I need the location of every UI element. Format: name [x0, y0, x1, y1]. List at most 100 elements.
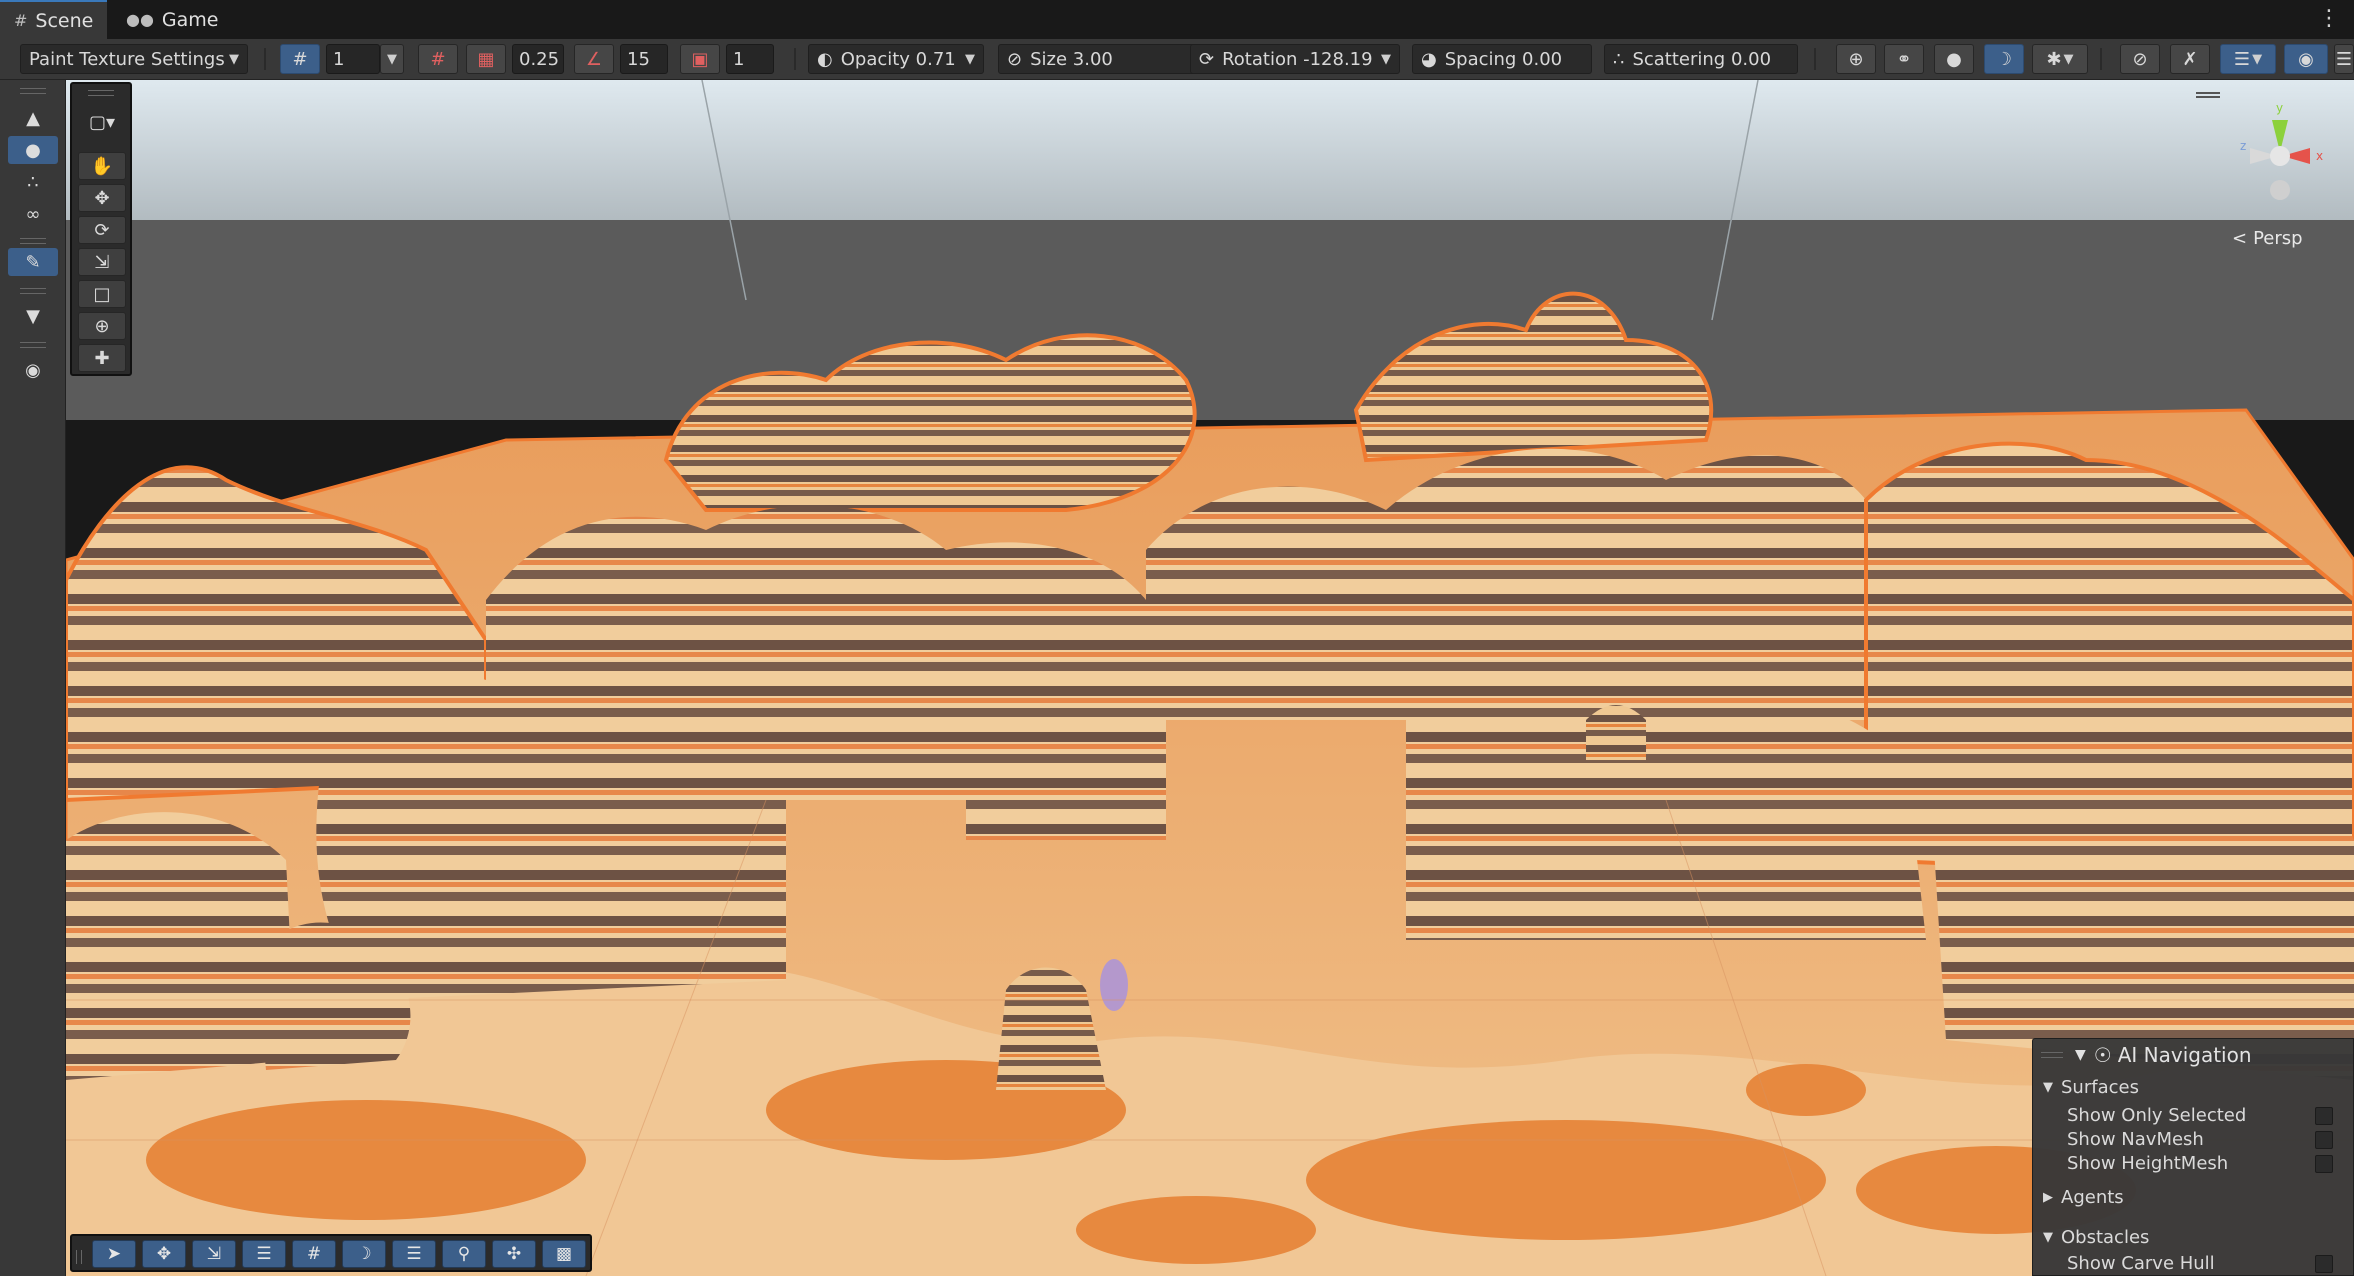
- rect-icon: □: [93, 283, 111, 305]
- audio-toggle-button[interactable]: ✗: [2170, 44, 2210, 74]
- snap-toggle-button[interactable]: #: [418, 44, 458, 74]
- settings-overlay-button[interactable]: ☰: [242, 1240, 286, 1268]
- tab-game[interactable]: ●● Game: [112, 0, 233, 39]
- more-menu-icon[interactable]: ⋮: [2318, 6, 2340, 31]
- show-carve-hull-checkbox[interactable]: [2315, 1255, 2333, 1273]
- drag-handle[interactable]: [76, 1250, 82, 1264]
- tab-scene[interactable]: # Scene: [0, 0, 108, 39]
- lit-mode-button[interactable]: ☽: [1984, 44, 2024, 74]
- brush-mask-dropdown[interactable]: ◉: [8, 356, 58, 384]
- eye-icon: ◉: [2298, 48, 2314, 70]
- show-only-selected-row[interactable]: Show Only Selected: [2067, 1103, 2354, 1127]
- rotation-snap-button[interactable]: ∠: [574, 44, 614, 74]
- terrain-tools-column: ▲ ● ∴ ∞ ✎ ▼ ◉: [0, 80, 66, 1276]
- surfaces-section[interactable]: ▼ Surfaces: [2043, 1075, 2354, 1099]
- gizmos-button[interactable]: ☰: [2334, 44, 2354, 74]
- scattering-field[interactable]: ∴ Scattering 0.00: [1604, 44, 1798, 74]
- drag-handle[interactable]: [20, 288, 46, 294]
- show-only-selected-checkbox[interactable]: [2315, 1107, 2333, 1125]
- rotation-snap-field[interactable]: 15: [620, 44, 668, 74]
- grid-size-value: 1: [333, 48, 345, 70]
- grid-dropdown-button[interactable]: ▼: [380, 44, 404, 74]
- rotate-tool-button[interactable]: ⟳: [78, 216, 126, 244]
- overlay-bottom-toolbar: ➤ ✥ ⇲ ☰ # ☽ ☰ ⚲ ✣ ▩: [70, 1234, 592, 1272]
- snap-increment-field[interactable]: 0.25: [512, 44, 564, 74]
- drag-handle[interactable]: [20, 342, 46, 348]
- ai-navigation-header[interactable]: ▼ ☉ AI Navigation: [2033, 1039, 2353, 1071]
- custom-tool-button[interactable]: ✚: [78, 344, 126, 372]
- paint-details-button[interactable]: ∴: [8, 168, 58, 196]
- scale-snap-button[interactable]: ▣: [680, 44, 720, 74]
- drag-handle[interactable]: [20, 88, 46, 94]
- move-overlay-button[interactable]: ✥: [142, 1240, 186, 1268]
- show-carve-hull-label: Show Carve Hull: [2067, 1252, 2215, 1274]
- pattern-icon: ∞: [25, 203, 41, 225]
- paint-texture-button[interactable]: ●: [8, 136, 58, 164]
- opacity-label: Opacity 0.71: [840, 48, 956, 70]
- paint-trees-button[interactable]: ∞: [8, 200, 58, 228]
- layers-dropdown[interactable]: ☰ ▼: [2220, 44, 2276, 74]
- transform-icon: ⊕: [94, 315, 110, 337]
- visibility-toggle-button[interactable]: ◉: [2284, 44, 2328, 74]
- scattering-label: Scattering 0.00: [1632, 48, 1772, 70]
- rotation-dropdown[interactable]: ⟳ Rotation -128.19 ▼: [1190, 44, 1400, 74]
- shaded-mode-button[interactable]: ●: [1934, 44, 1974, 74]
- camera-overlay-button[interactable]: ▩: [542, 1240, 586, 1268]
- transform-tool-button[interactable]: ⊕: [78, 312, 126, 340]
- chevron-down-icon: ▼: [2063, 51, 2074, 67]
- scene-viewport[interactable]: [66, 80, 2354, 1276]
- spacing-field[interactable]: ◕ Spacing 0.00: [1412, 44, 1592, 74]
- rect-tool-button[interactable]: □: [78, 280, 126, 308]
- agents-section[interactable]: ▶ Agents: [2043, 1185, 2354, 1209]
- grid-overlay-button[interactable]: #: [292, 1240, 336, 1268]
- brush-icon: ✎: [25, 251, 41, 273]
- obstacles-section[interactable]: ▼ Obstacles: [2043, 1225, 2354, 1249]
- increment-snap-button[interactable]: ▦: [466, 44, 506, 74]
- move-icon: ✥: [156, 1244, 172, 1264]
- show-heightmesh-checkbox[interactable]: [2315, 1155, 2333, 1173]
- drag-handle[interactable]: [2041, 1052, 2063, 1058]
- drag-handle[interactable]: [20, 238, 46, 244]
- search-overlay-button[interactable]: ⚲: [442, 1240, 486, 1268]
- navigation-overlay-button[interactable]: ➤: [92, 1240, 136, 1268]
- pivot-overlay-button[interactable]: ✣: [492, 1240, 536, 1268]
- opacity-dropdown[interactable]: ◐ Opacity 0.71 ▼: [808, 44, 984, 74]
- show-navmesh-row[interactable]: Show NavMesh: [2067, 1127, 2354, 1151]
- drag-handle[interactable]: [88, 90, 114, 96]
- layers-icon: ☰: [406, 1244, 422, 1264]
- grid-size-field[interactable]: 1: [326, 44, 380, 74]
- move-tool-button[interactable]: ✥: [78, 184, 126, 212]
- terrain-render: [66, 80, 2354, 1276]
- gizmo-menu-handle[interactable]: [2196, 92, 2220, 98]
- global-view-button[interactable]: ⊕: [1836, 44, 1876, 74]
- show-carve-hull-row[interactable]: Show Carve Hull: [2067, 1251, 2354, 1275]
- scale-overlay-button[interactable]: ⇲: [192, 1240, 236, 1268]
- fx-toggle-button[interactable]: ⊘: [2120, 44, 2160, 74]
- paint-mode-dropdown[interactable]: Paint Texture Settings ▼: [20, 44, 248, 74]
- debug-mode-dropdown[interactable]: ✱ ▼: [2032, 44, 2088, 74]
- local-view-button[interactable]: ⚭: [1884, 44, 1924, 74]
- scale-snap-field[interactable]: 1: [726, 44, 774, 74]
- show-navmesh-checkbox[interactable]: [2315, 1131, 2333, 1149]
- chevron-down-icon: ▼: [2252, 51, 2263, 67]
- tab-scene-label: Scene: [35, 9, 94, 32]
- show-heightmesh-row[interactable]: Show HeightMesh: [2067, 1151, 2354, 1175]
- z-axis-handle[interactable]: [2270, 180, 2290, 200]
- scatter-icon: ∴: [1613, 48, 1625, 70]
- surfaces-label: Surfaces: [2061, 1076, 2139, 1098]
- rotation-label: Rotation -128.19: [1222, 48, 1373, 70]
- raise-terrain-button[interactable]: ▲: [8, 104, 58, 132]
- orientation-gizmo[interactable]: y x z: [2220, 90, 2340, 220]
- projection-toggle[interactable]: < Persp: [2232, 228, 2303, 249]
- y-axis-label: y: [2276, 101, 2283, 115]
- hand-icon: ✋: [90, 155, 114, 177]
- lighting-overlay-button[interactable]: ☽: [342, 1240, 386, 1268]
- object-mode-dropdown[interactable]: ▢▾: [78, 108, 126, 136]
- scale-tool-button[interactable]: ⇲: [78, 248, 126, 276]
- brush-select-button[interactable]: ✎: [8, 248, 58, 276]
- size-dropdown[interactable]: ⊘ Size 3.00 ▼: [998, 44, 1218, 74]
- grid-toggle-button[interactable]: #: [280, 44, 320, 74]
- hand-tool-button[interactable]: ✋: [78, 152, 126, 180]
- layers-overlay-button[interactable]: ☰: [392, 1240, 436, 1268]
- filter-dropdown[interactable]: ▼: [8, 302, 58, 330]
